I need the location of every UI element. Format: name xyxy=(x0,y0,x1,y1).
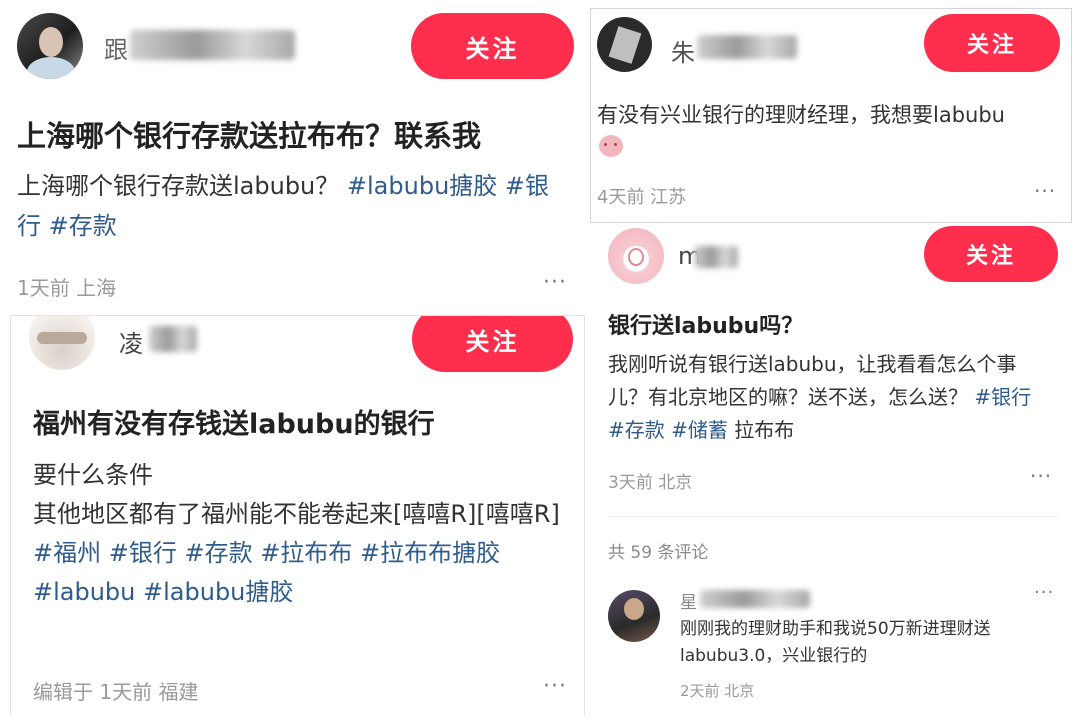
avatar[interactable] xyxy=(597,17,652,72)
avatar[interactable] xyxy=(17,13,83,79)
comment-item: 星 ··· 刚刚我的理财助手和我说50万新进理财送labubu3.0，兴业银行的… xyxy=(608,582,1063,712)
author-name[interactable]: 凌 xyxy=(119,324,145,359)
post-body-line: 要什么条件 xyxy=(33,461,153,489)
hashtag[interactable]: #labubu搪胶 xyxy=(347,172,497,200)
avatar[interactable] xyxy=(608,590,660,642)
follow-button[interactable]: 关注 xyxy=(411,13,574,79)
blurred-username xyxy=(697,35,797,59)
comment-author[interactable]: 星 xyxy=(680,588,699,613)
post-meta: 编辑于 1天前 福建 xyxy=(33,680,199,704)
hashtag[interactable]: #存款 xyxy=(608,418,665,442)
hashtag[interactable]: #labubu xyxy=(33,578,135,606)
hashtag[interactable]: #labubu搪胶 xyxy=(143,578,293,606)
more-options-icon[interactable]: ··· xyxy=(1030,464,1052,488)
avatar[interactable] xyxy=(29,316,95,370)
post-card-beijing: m 关注 银行送labubu吗？ 我刚听说有银行送labubu，让我看看怎么个事… xyxy=(590,224,1072,722)
post-body-line: 其他地区都有了福州能不能卷起来[嘻嘻R][嘻嘻R] xyxy=(33,500,560,528)
comment-count[interactable]: 共 59 条评论 xyxy=(608,538,708,563)
comment-meta: 2天前 北京 xyxy=(680,682,755,700)
post-body: 有没有兴业银行的理财经理，我想要labubu xyxy=(597,103,1005,127)
author-name[interactable]: 跟 xyxy=(104,30,130,65)
hashtag[interactable]: #银行 xyxy=(974,385,1031,409)
author-name[interactable]: 朱 xyxy=(671,33,697,68)
blurred-username xyxy=(694,246,738,268)
post-title: 银行送labubu吗？ xyxy=(608,314,804,339)
post-body: 要什么条件 其他地区都有了福州能不能卷起来[嘻嘻R][嘻嘻R] #福州 #银行 … xyxy=(33,456,568,612)
hashtag[interactable]: #拉布布 xyxy=(260,539,352,567)
post-body-text: 我刚听说有银行送labubu，让我看看怎么个事儿？有北京地区的嘛？送不送，怎么送… xyxy=(608,352,1017,409)
more-options-icon[interactable]: ··· xyxy=(543,674,567,699)
post-meta: 4天前 江苏 xyxy=(597,187,687,208)
hashtag[interactable]: #福州 xyxy=(33,539,101,567)
divider xyxy=(608,516,1058,517)
post-card-xingye: 朱 关注 有没有兴业银行的理财经理，我想要labubu 4天前 江苏 ··· xyxy=(590,8,1072,223)
sticker-icon xyxy=(599,135,623,157)
follow-button[interactable]: 关注 xyxy=(924,226,1058,282)
hashtag[interactable]: #银行 xyxy=(109,539,177,567)
hashtag[interactable]: #存款 xyxy=(185,539,253,567)
post-body: 我刚听说有银行送labubu，让我看看怎么个事儿？有北京地区的嘛？送不送，怎么送… xyxy=(608,348,1048,447)
blurred-username xyxy=(700,590,810,608)
post-card-shanghai: 跟 关注 上海哪个银行存款送拉布布？联系我 上海哪个银行存款送labubu？ #… xyxy=(0,0,585,310)
avatar[interactable] xyxy=(608,228,664,284)
more-options-icon[interactable]: ··· xyxy=(1034,179,1056,203)
hashtag[interactable]: #储蓄 xyxy=(671,418,728,442)
blurred-username xyxy=(130,30,295,60)
comment-text: 刚刚我的理财助手和我说50万新进理财送labubu3.0，兴业银行的 xyxy=(680,619,991,666)
more-options-icon[interactable]: ··· xyxy=(543,270,567,295)
post-meta: 1天前 上海 xyxy=(17,276,117,300)
more-options-icon[interactable]: ··· xyxy=(1034,582,1054,603)
post-title: 福州有没有存钱送labubu的银行 xyxy=(33,409,435,440)
post-body: 上海哪个银行存款送labubu？ #labubu搪胶 #银行 #存款 xyxy=(17,166,572,246)
post-meta: 3天前 北京 xyxy=(608,473,693,493)
blurred-username xyxy=(149,326,197,352)
post-card-fuzhou: 凌 关注 福州有没有存钱送labubu的银行 要什么条件 其他地区都有了福州能不… xyxy=(10,315,585,715)
follow-button[interactable]: 关注 xyxy=(412,316,573,372)
post-title: 上海哪个银行存款送拉布布？联系我 xyxy=(17,119,482,153)
hashtag[interactable]: #存款 xyxy=(49,212,117,240)
post-body-text: 拉布布 xyxy=(734,418,795,442)
post-body-text: 上海哪个银行存款送labubu？ xyxy=(17,172,340,200)
follow-button[interactable]: 关注 xyxy=(924,14,1060,72)
hashtag[interactable]: #拉布布搪胶 xyxy=(360,539,500,567)
